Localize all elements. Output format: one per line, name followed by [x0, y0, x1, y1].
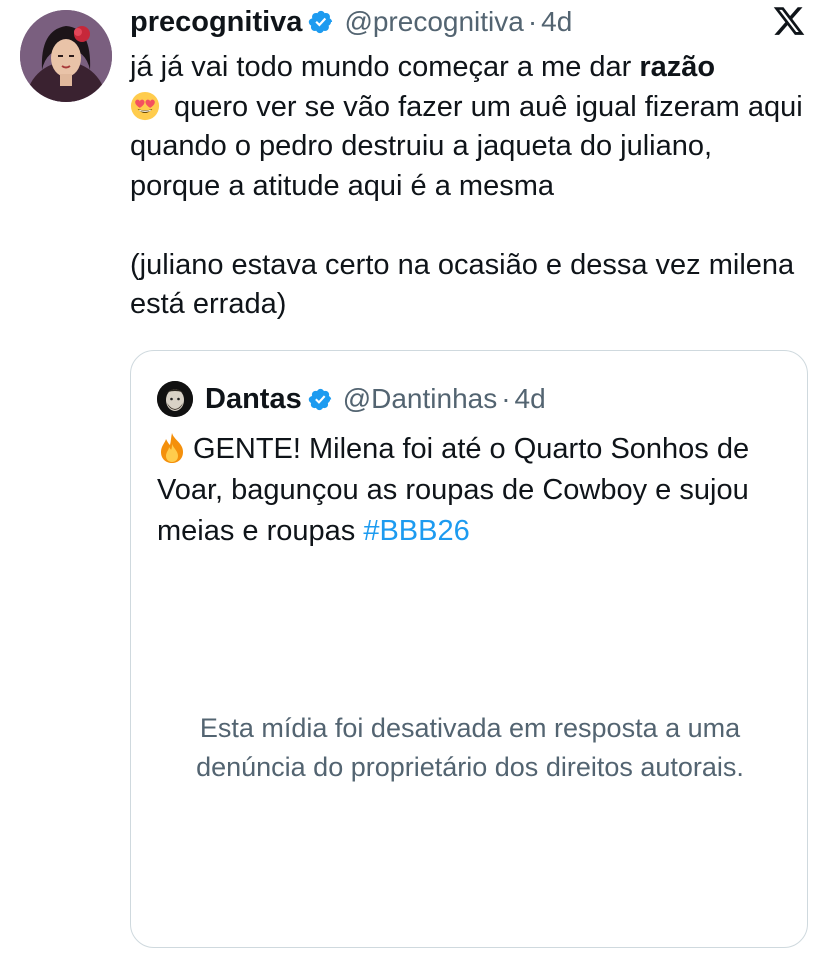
quoted-paragraph: GENTE! Milena foi até o Quarto Sonhos de… [157, 429, 787, 552]
separator-dot: · [501, 383, 511, 414]
timestamp[interactable]: 4d [541, 6, 572, 38]
x-logo-icon[interactable] [772, 4, 806, 38]
verified-badge-icon [308, 388, 331, 410]
tweet-text: já já vai todo mundo começar a me dar ra… [130, 48, 810, 325]
quoted-timestamp[interactable]: 4d [515, 383, 546, 415]
quoted-tweet[interactable]: Dantas @Dantinhas · 4d GENTE! Milena foi… [130, 350, 808, 948]
tweet-paragraph-1: já já vai todo mundo começar a me dar ra… [130, 48, 810, 206]
verified-badge-icon [309, 10, 333, 34]
quoted-display-name[interactable]: Dantas [205, 383, 302, 416]
tweet-card[interactable]: precognitiva @precognitiva · 4d já já va… [0, 0, 828, 964]
quoted-tweet-header: Dantas @Dantinhas · 4d [157, 379, 546, 419]
quoted-tweet-text: GENTE! Milena foi até o Quarto Sonhos de… [157, 429, 787, 552]
separator-dot: · [527, 6, 538, 37]
heart-eyes-emoji [130, 91, 160, 120]
tweet-text-part2: quero ver se vão fazer um auê igual fize… [130, 90, 803, 202]
display-name[interactable]: precognitiva [130, 6, 302, 39]
avatar[interactable] [20, 10, 112, 102]
handle[interactable]: @precognitiva [344, 6, 523, 38]
hashtag-link[interactable]: #BBB26 [363, 515, 469, 547]
tweet-paragraph-2: (juliano estava certo na ocasião e dessa… [130, 248, 795, 321]
quoted-avatar[interactable] [157, 381, 193, 417]
tweet-text-part1: já já vai todo mundo começar a me dar [130, 51, 640, 83]
media-disabled-notice: Esta mídia foi desativada em resposta a … [196, 713, 744, 782]
tweet-text-bold: razão [639, 51, 716, 83]
fire-emoji [161, 433, 183, 463]
tweet-header: precognitiva @precognitiva · 4d [130, 2, 572, 42]
quoted-handle[interactable]: @Dantinhas [343, 383, 498, 415]
